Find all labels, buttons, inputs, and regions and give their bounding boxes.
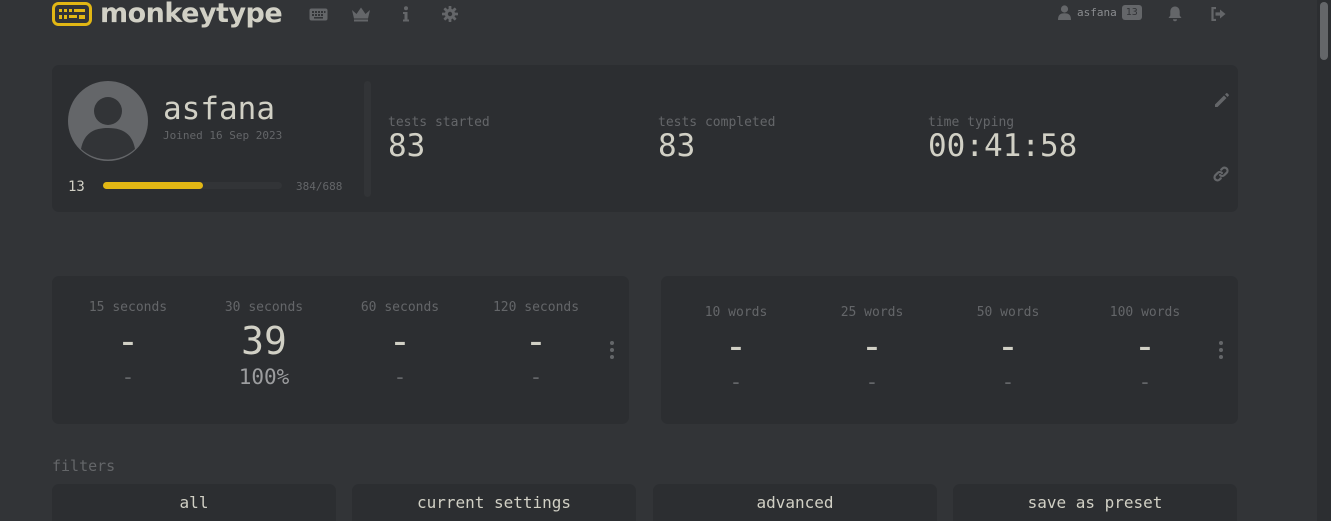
profile-card: asfana Joined 16 Sep 2023 13 384/688 tes…	[52, 65, 1238, 212]
info-icon[interactable]	[396, 4, 416, 24]
save-preset-button[interactable]: save as preset	[953, 484, 1237, 521]
pb-accuracy: -	[729, 370, 743, 394]
pb-wpm: -	[1133, 324, 1157, 368]
pencil-icon[interactable]	[1213, 92, 1229, 108]
pb-15-seconds: 15 seconds - -	[60, 300, 196, 389]
username: asfana	[163, 91, 275, 127]
link-icon[interactable]	[1213, 166, 1229, 182]
pb-30-seconds: 30 seconds 39 100%	[196, 300, 332, 389]
account-page: monkeytype asfana 13 asfana Joined 16 Se…	[0, 0, 1331, 521]
pb-100-words: 100 words - -	[1077, 305, 1213, 394]
pb-wpm: -	[388, 319, 412, 363]
pb-accuracy: 100%	[238, 365, 290, 389]
pb-words-more-icon[interactable]	[1215, 341, 1227, 359]
pb-wpm: -	[724, 324, 748, 368]
stat-value: 00:41:58	[928, 128, 1078, 164]
pb-label: 60 seconds	[360, 300, 440, 315]
logo[interactable]: monkeytype	[52, 0, 283, 29]
pb-50-words: 50 words - -	[940, 305, 1076, 394]
account-name: asfana	[1077, 6, 1117, 19]
stat-value: 83	[388, 128, 426, 164]
joined-date: Joined 16 Sep 2023	[163, 129, 283, 142]
pb-label: 10 words	[704, 305, 768, 320]
pb-60-seconds: 60 seconds - -	[332, 300, 468, 389]
pb-10-words: 10 words - -	[668, 305, 804, 394]
pb-accuracy: -	[393, 365, 407, 389]
pb-accuracy: -	[529, 365, 543, 389]
user-icon	[1058, 5, 1071, 20]
gear-icon[interactable]	[440, 4, 460, 24]
pb-wpm: -	[116, 319, 140, 363]
pb-120-seconds: 120 seconds - -	[468, 300, 604, 389]
stat-tests-started: tests started 83	[388, 115, 490, 162]
top-nav: monkeytype asfana 13	[52, 0, 1238, 30]
keyboard-icon[interactable]	[308, 4, 328, 24]
pb-wpm: -	[524, 319, 548, 363]
pb-label: 100 words	[1109, 305, 1181, 320]
pb-label: 15 seconds	[88, 300, 168, 315]
xp-progress-fill	[103, 182, 203, 189]
stat-value: 83	[658, 128, 696, 164]
pb-25-words: 25 words - -	[804, 305, 940, 394]
scrollbar-thumb[interactable]	[1320, 2, 1328, 60]
avatar	[68, 81, 148, 161]
pb-accuracy: -	[865, 370, 879, 394]
personal-bests-words: 10 words - - 25 words - - 50 words - - 1…	[661, 276, 1238, 424]
stat-tests-completed: tests completed 83	[658, 115, 775, 162]
pb-wpm: -	[996, 324, 1020, 368]
account-button[interactable]: asfana 13	[1058, 5, 1142, 20]
crown-icon[interactable]	[351, 4, 371, 24]
pb-label: 25 words	[840, 305, 904, 320]
filter-all-button[interactable]: all	[52, 484, 336, 521]
pb-accuracy: -	[1001, 370, 1015, 394]
pb-accuracy: -	[121, 365, 135, 389]
sign-out-icon[interactable]	[1209, 4, 1229, 24]
pb-time-more-icon[interactable]	[606, 341, 618, 359]
profile-divider	[364, 81, 371, 197]
monkeytype-logo-icon	[52, 2, 92, 26]
xp-text: 384/688	[296, 180, 343, 193]
filter-advanced-button[interactable]: advanced	[653, 484, 937, 521]
logo-text: monkeytype	[100, 0, 283, 29]
pb-wpm: -	[860, 324, 884, 368]
bell-icon[interactable]	[1165, 4, 1185, 24]
pb-accuracy: -	[1138, 370, 1152, 394]
pb-wpm: 39	[241, 319, 287, 363]
page-scrollbar[interactable]	[1317, 0, 1331, 521]
level-number: 13	[68, 179, 85, 195]
account-level-badge: 13	[1121, 5, 1142, 20]
xp-progress-bar	[103, 182, 282, 189]
pb-label: 120 seconds	[492, 300, 580, 315]
pb-label: 30 seconds	[224, 300, 304, 315]
filter-current-settings-button[interactable]: current settings	[352, 484, 636, 521]
pb-label: 50 words	[976, 305, 1040, 320]
filters-heading: filters	[52, 457, 116, 475]
stat-time-typing: time typing 00:41:58	[928, 115, 1077, 162]
personal-bests-time: 15 seconds - - 30 seconds 39 100% 60 sec…	[52, 276, 629, 424]
user-avatar-icon	[81, 97, 135, 160]
